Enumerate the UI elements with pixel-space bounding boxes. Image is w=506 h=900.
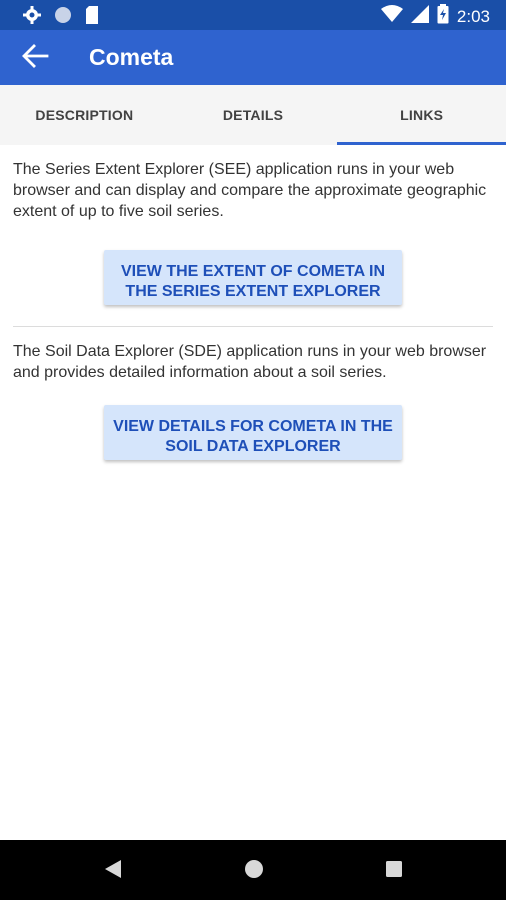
view-details-button-line2: SOIL DATA EXPLORER bbox=[165, 437, 341, 455]
sde-description: The Soil Data Explorer (SDE) application… bbox=[13, 343, 487, 381]
sd-card-icon bbox=[84, 5, 100, 30]
see-section: The Series Extent Explorer (SEE) applica… bbox=[0, 145, 506, 305]
tab-bar: DESCRIPTION DETAILS LINKS bbox=[0, 85, 506, 145]
circle-icon bbox=[54, 6, 72, 29]
app-bar: Cometa bbox=[0, 30, 506, 85]
sde-section: The Soil Data Explorer (SDE) application… bbox=[0, 327, 506, 460]
view-extent-button[interactable]: VIEW THE EXTENT OF COMETA IN THE SERIES … bbox=[104, 250, 402, 305]
system-nav-bar bbox=[0, 840, 506, 900]
nav-recents-button[interactable] bbox=[383, 860, 405, 882]
nav-home-button[interactable] bbox=[243, 859, 265, 884]
nav-back-button[interactable] bbox=[102, 859, 124, 884]
status-left-icons bbox=[22, 5, 100, 30]
page-title: Cometa bbox=[89, 44, 174, 70]
view-extent-button-line1: VIEW THE EXTENT OF COMETA IN bbox=[121, 262, 385, 280]
tab-description[interactable]: DESCRIPTION bbox=[0, 85, 169, 145]
signal-icon bbox=[410, 5, 429, 28]
arrow-back-icon bbox=[21, 43, 49, 73]
wifi-icon bbox=[380, 5, 403, 28]
see-description: The Series Extent Explorer (SEE) applica… bbox=[13, 161, 487, 220]
status-right-icons: 2:03 bbox=[380, 4, 490, 29]
view-details-button[interactable]: VIEW DETAILS FOR COMETA IN THE SOIL DATA… bbox=[104, 405, 402, 460]
tab-details[interactable]: DETAILS bbox=[169, 85, 338, 145]
back-triangle-icon bbox=[104, 859, 122, 884]
links-content: The Series Extent Explorer (SEE) applica… bbox=[0, 145, 506, 840]
status-time: 2:03 bbox=[456, 6, 490, 26]
status-bar: 2:03 bbox=[0, 0, 506, 30]
view-extent-button-line2: THE SERIES EXTENT EXPLORER bbox=[125, 282, 381, 300]
view-details-button-line1: VIEW DETAILS FOR COMETA IN THE bbox=[113, 417, 393, 435]
gear-icon bbox=[22, 5, 42, 30]
home-circle-icon bbox=[244, 859, 264, 884]
back-button[interactable] bbox=[18, 42, 52, 74]
tab-links[interactable]: LINKS bbox=[337, 85, 506, 145]
battery-charging-icon bbox=[437, 4, 449, 29]
recents-square-icon bbox=[385, 860, 403, 883]
